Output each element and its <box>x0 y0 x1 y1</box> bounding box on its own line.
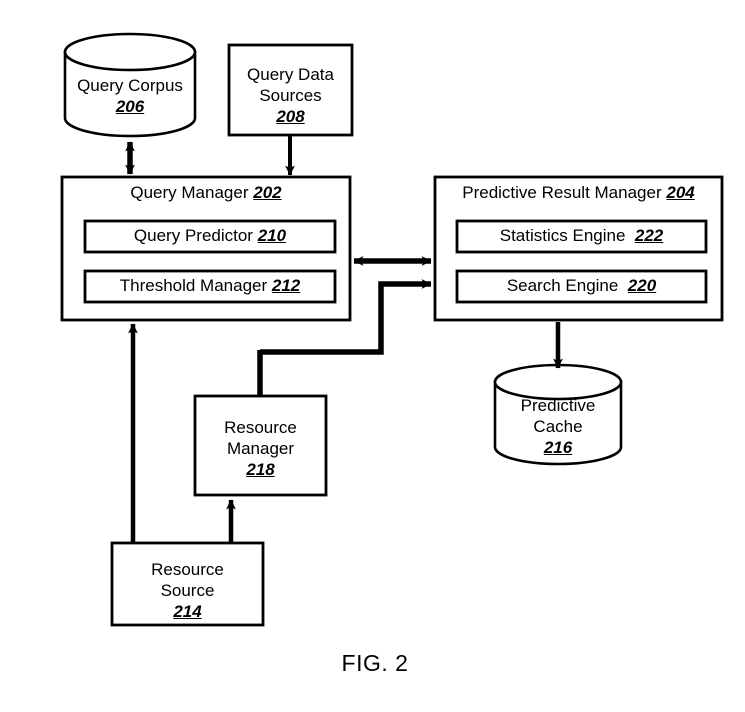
threshold-manager-name: Threshold Manager <box>119 276 268 295</box>
label-predictive-result-manager: Predictive Result Manager 204 <box>435 183 722 203</box>
label-search-engine: Search Engine 220 <box>457 276 706 296</box>
patent-figure: Query Corpus 206 Query Data Sources 208 … <box>0 0 745 712</box>
statistics-engine-ref: 222 <box>634 226 664 245</box>
node-predictive-cache-shape <box>493 363 623 466</box>
predictive-result-manager-ref: 204 <box>666 183 695 202</box>
statistics-engine-name: Statistics Engine <box>499 226 626 245</box>
label-statistics-engine: Statistics Engine 222 <box>457 226 706 246</box>
query-manager-ref: 202 <box>253 183 282 202</box>
figure-caption: FIG. 2 <box>341 650 409 676</box>
query-predictor-ref: 210 <box>257 226 287 245</box>
node-resource-manager-shape <box>193 394 328 497</box>
query-predictor-name: Query Predictor <box>133 226 253 245</box>
query-manager-name: Query Manager <box>130 183 249 202</box>
search-engine-name: Search Engine <box>506 276 619 295</box>
predictive-result-manager-name: Predictive Result Manager <box>462 183 662 202</box>
threshold-manager-ref: 212 <box>271 276 301 295</box>
label-query-predictor: Query Predictor 210 <box>85 226 335 246</box>
label-threshold-manager: Threshold Manager 212 <box>85 276 335 296</box>
node-query-data-sources-shape <box>227 43 354 137</box>
node-query-corpus-shape <box>63 32 197 138</box>
figure-diagram-canvas <box>60 32 724 627</box>
node-resource-source-shape <box>110 541 265 627</box>
label-query-manager: Query Manager 202 <box>62 183 350 203</box>
search-engine-ref: 220 <box>627 276 657 295</box>
